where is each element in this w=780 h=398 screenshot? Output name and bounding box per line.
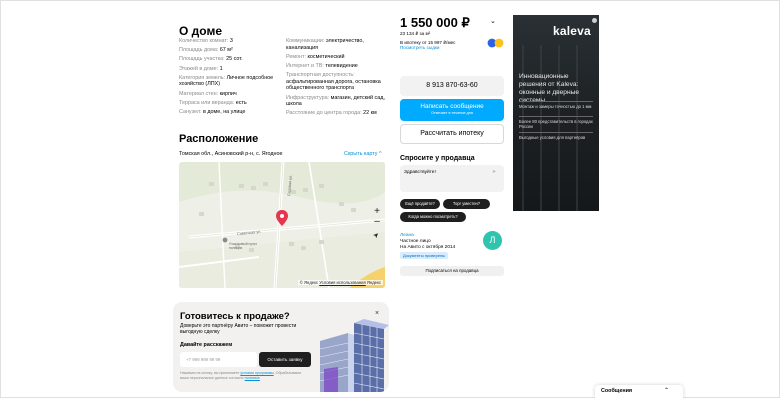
chevron-up-icon[interactable]: ⌃ [664,387,669,394]
ad-bullet: Монтаж и замеры точностью до 1 мм [519,104,592,109]
param-item: Категория земель: Личное подсобное хозяй… [179,74,274,88]
param-item: Расстояние до центра города: 22 км [286,110,377,117]
map-label-poi: Участковый пункт полиции [229,242,258,250]
ad-bullet: Выгодные условия для партнёров [519,135,586,140]
map-footer: © Яндекс Условия использования Яндекс [297,280,383,285]
param-item: Транспортная доступность: асфальтированн… [286,72,381,92]
sale-promo-banner: Готовитесь к продаже? Доверьте это партн… [173,302,389,392]
about-title: О доме [179,24,223,38]
param-item: Терраса или веранда: есть [179,99,247,106]
price-per-m2: 23 134 ₽ за м² [400,31,431,36]
map-canvas [179,162,385,288]
param-item: Интернет и ТВ: телевидение [286,62,358,69]
ad-divider [519,116,593,117]
param-item: Этажей в доме: 1 [179,65,223,72]
param-item: Площадь дома: 67 м² [179,47,233,54]
map-terms-link[interactable]: Условия использования [319,280,365,285]
seller-name-link[interactable]: Леана [400,233,414,238]
docs-verified-badge: Документы проверены [400,252,449,259]
kaleva-logo: kaleva [553,24,591,38]
quick-question-chip[interactable]: Торг уместен? [443,199,490,209]
param-item: Материал стен: кирпич [179,90,237,97]
page-frame [0,0,780,398]
quick-question-chip[interactable]: Ещё продаёте? [400,199,440,209]
zoom-out-button[interactable]: – [372,217,382,227]
program-terms-link[interactable]: условия программы [240,371,273,375]
param-item: Санузел: в доме, на улице [179,108,246,115]
messages-label: Сообщения [601,388,633,394]
chevron-down-icon[interactable]: ⌄ [490,17,496,25]
promo-phone-input[interactable]: +7 999 999 99 99 [180,352,257,367]
subscribe-seller-button[interactable]: Подписаться на продавца [400,266,504,276]
param-item: Площадь участка: 25 сот. [179,56,243,63]
kaleva-ad[interactable]: kaleva Инновационные решения от Kaleva: … [513,15,599,211]
ask-seller-input[interactable]: Здравствуйте! [400,165,504,192]
hide-map-link[interactable]: Скрыть карту ^ [344,151,382,157]
building-illustration [319,319,389,392]
ad-background [513,15,599,211]
location-address: Томская обл., Асиновский р-н, с. Ягодное [179,151,283,157]
show-phone-button[interactable]: 8 913 870-63-60 [400,76,504,96]
send-icon[interactable]: ➤ [492,169,496,175]
calc-mortgage-button[interactable]: Рассчитать ипотеку [400,124,504,144]
param-item: Количество комнат: 3 [179,38,233,44]
seller-type: Частное лицо [400,239,431,244]
map[interactable]: Садовая ул. Советская ул. Участковый пун… [179,162,385,288]
messages-bar[interactable]: Сообщения ⌃ [595,385,683,398]
price: 1 550 000 ₽ [400,15,470,30]
seller-since: На Авито с октября 2014 [400,245,456,250]
promo-legal-text: Нажимая на кнопку, вы принимаете условия… [180,371,301,380]
ad-info-icon[interactable] [592,18,597,23]
bank-logos-icon [487,38,504,48]
location-title: Расположение [179,133,259,145]
close-icon[interactable]: × [375,310,379,317]
write-message-button[interactable]: Написать сообщение Отвечает в течение дн… [400,99,504,121]
ad-divider [519,132,593,133]
param-item: Коммуникации: электричество, канализация [286,38,364,51]
ad-divider [519,101,593,102]
leave-request-button[interactable]: Оставить заявку [259,352,311,367]
params-left: Количество комнат: 3 Площадь дома: 67 м²… [179,38,287,118]
promo-question: Давайте расскажем [180,342,233,348]
param-item: Инфраструктура: магазин, детский сад, шк… [286,94,385,108]
promo-subtitle: Доверьте это партнёру Авито – поможет пр… [180,323,297,335]
show-offers-link[interactable]: Посмотреть сыдки [400,45,439,50]
promo-title: Готовитесь к продаже? [180,311,290,322]
quick-question-chip[interactable]: Когда можно посмотреть? [400,212,466,222]
avatar[interactable]: Л [483,231,502,250]
ad-bullet: Более 80 представительств в городах Росс… [519,119,593,129]
ask-seller-title: Спросите у продавца [400,155,475,162]
privacy-policy-link[interactable]: политике [245,376,260,380]
params-right: Коммуникации: электричество, канализация… [286,38,390,120]
param-item: Ремонт: косметический [286,53,345,60]
